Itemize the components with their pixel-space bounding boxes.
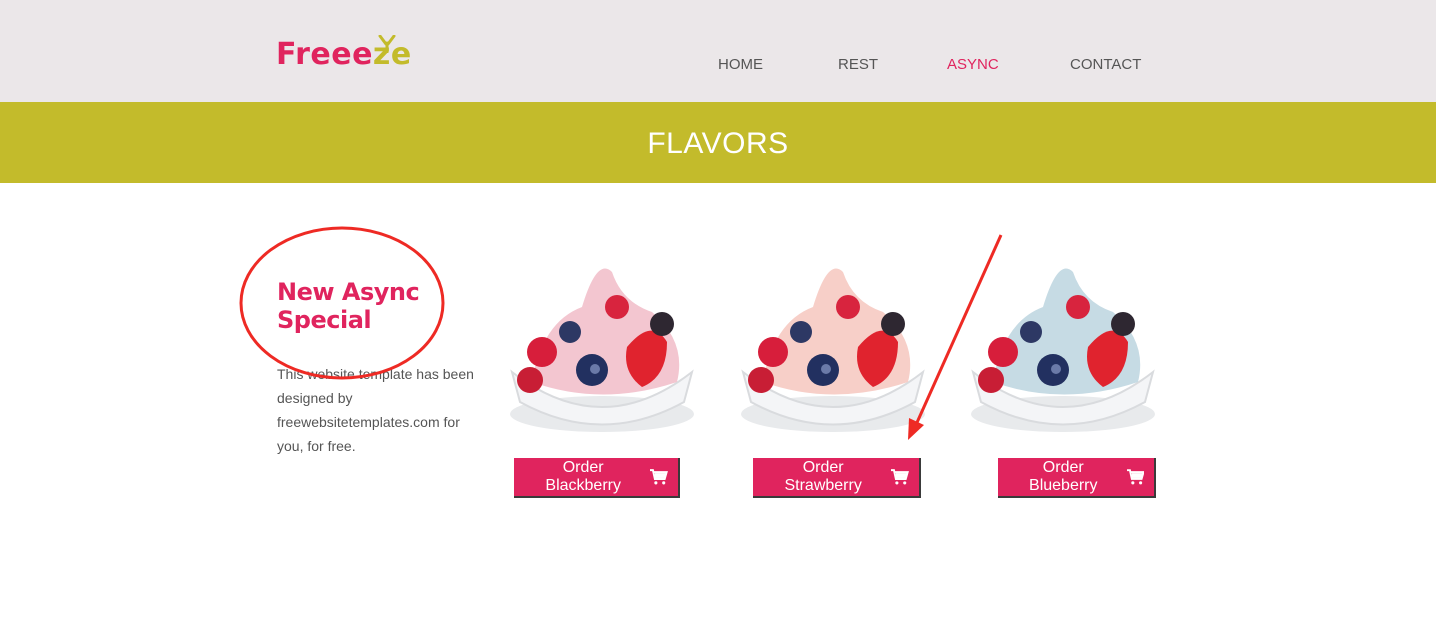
sprout-icon (378, 35, 396, 53)
nav-async[interactable]: ASYNC (947, 56, 999, 73)
cart-icon (650, 469, 668, 485)
order-blackberry-button[interactable]: Order Blackberry (514, 458, 680, 498)
order-strawberry-label: Order Strawberry (784, 459, 862, 494)
special-description: This website template has been designed … (277, 366, 474, 454)
cart-icon (891, 469, 909, 485)
nav-contact[interactable]: CONTACT (1070, 56, 1141, 73)
nav-home[interactable]: HOME (718, 56, 763, 73)
blueberry-yogurt-image (971, 268, 1155, 432)
strawberry-yogurt-image (741, 268, 925, 432)
cart-icon (1126, 469, 1144, 485)
page-title: FLAVORS (647, 127, 789, 160)
order-strawberry-button[interactable]: Order Strawberry (753, 458, 921, 498)
nav-rest[interactable]: REST (838, 56, 878, 73)
logo-text-main: Freee (276, 37, 373, 72)
order-blueberry-button[interactable]: Order Blueberry (998, 458, 1156, 498)
blackberry-yogurt-image (510, 268, 694, 432)
order-blackberry-label: Order Blackberry (545, 459, 621, 494)
special-heading: New Async Special (277, 278, 420, 334)
site-logo[interactable]: Freeeze (276, 35, 412, 72)
site-header (0, 0, 1436, 102)
order-blueberry-label: Order Blueberry (1029, 459, 1098, 494)
